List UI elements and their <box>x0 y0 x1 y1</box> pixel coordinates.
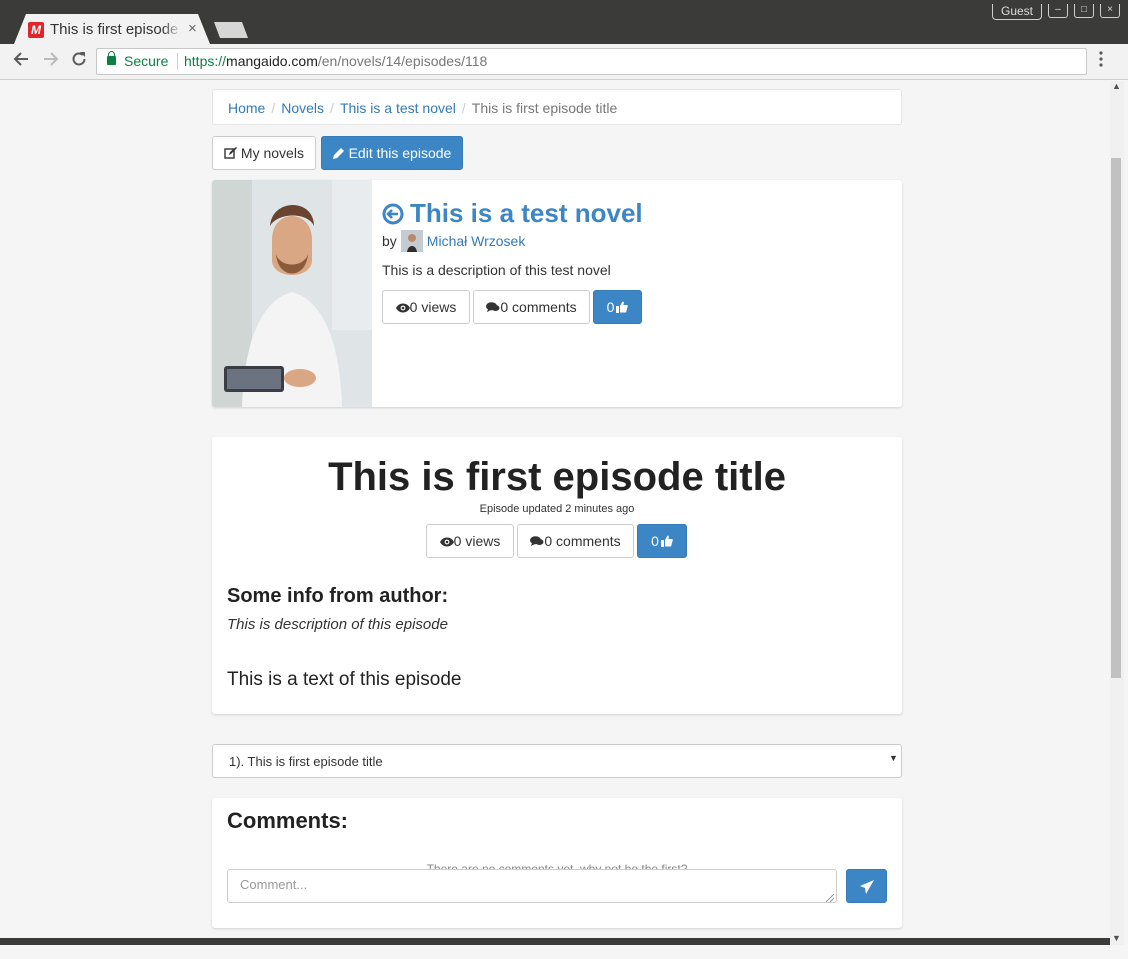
url-path: /en/novels/14/episodes/118 <box>317 53 488 69</box>
window-bottom-band <box>0 938 1110 945</box>
page-scrollbar[interactable]: ▲ ▼ <box>1110 81 1124 945</box>
back-arrow-icon[interactable] <box>10 50 32 72</box>
comments-card: Comments: There are no comments yet, why… <box>212 798 902 928</box>
page-viewport: Home / Novels / This is a test novel / This is… <box>4 81 1110 938</box>
novel-card: This is a test novel by Michał Wrzosek Th… <box>212 180 902 407</box>
episode-select-value: 1). This is first episode title <box>229 754 383 769</box>
omnibox-divider <box>177 53 178 70</box>
breadcrumb: Home / Novels / This is a test novel / This is… <box>212 89 902 125</box>
author-link[interactable]: Michał Wrzosek <box>427 233 526 249</box>
lock-icon <box>107 51 116 65</box>
episode-description: This is description of this episode <box>227 616 448 633</box>
edit-square-icon <box>224 147 238 159</box>
author-info-heading: Some info from author: <box>227 585 449 607</box>
profile-button[interactable]: Guest <box>992 4 1042 20</box>
edit-episode-label: Edit this episode <box>348 145 452 161</box>
send-comment-button[interactable] <box>846 869 887 903</box>
browser-tabstrip: M This is first episode title × Guest – … <box>0 0 1128 44</box>
comment-input[interactable] <box>227 869 837 903</box>
circle-arrow-left-icon <box>382 203 404 225</box>
new-tab-button[interactable] <box>214 22 248 38</box>
novel-cover-image[interactable] <box>212 180 372 407</box>
comments-icon <box>530 536 544 546</box>
episode-select[interactable]: 1). This is first episode title ▼ <box>212 744 902 778</box>
novel-views-label: 0 views <box>409 299 457 315</box>
breadcrumb-separator: / <box>271 100 276 116</box>
scrollbar-thumb[interactable] <box>1111 158 1121 678</box>
novel-like-button[interactable]: 0 <box>593 290 642 324</box>
my-novels-button[interactable]: My novels <box>212 136 316 170</box>
tab-close-icon[interactable]: × <box>188 20 197 37</box>
episode-title: This is first episode title <box>328 455 786 499</box>
window-close-button[interactable]: × <box>1100 4 1120 18</box>
eye-icon <box>395 303 410 313</box>
breadcrumb-separator: / <box>330 100 334 116</box>
novel-description: This is a description of this test novel <box>382 262 611 278</box>
breadcrumb-novel-link[interactable]: This is a test novel <box>340 100 456 116</box>
novel-byline: by Michał Wrzosek <box>382 230 525 252</box>
menu-dots-icon[interactable] <box>1098 50 1104 73</box>
maximize-button[interactable]: □ <box>1074 4 1094 18</box>
episode-views-button[interactable]: 0 views <box>426 524 514 558</box>
comments-icon <box>486 302 500 312</box>
author-avatar[interactable] <box>400 230 423 252</box>
url-text: https://mangaido.com/en/novels/14/episod… <box>184 53 487 69</box>
breadcrumb-current: This is first episode title <box>471 100 618 116</box>
episode-like-button[interactable]: 0 <box>637 524 687 558</box>
episode-views-label: 0 views <box>453 533 501 549</box>
byline-by: by <box>382 233 397 249</box>
thumbs-up-icon <box>660 535 673 547</box>
url-scheme: https:// <box>184 53 227 69</box>
episode-text: This is a text of this episode <box>227 669 462 690</box>
browser-tab[interactable]: M This is first episode title × <box>14 14 210 44</box>
episode-card: This is first episode title Episode upda… <box>212 437 902 714</box>
breadcrumb-home-link[interactable]: Home <box>228 100 265 116</box>
eye-icon <box>439 537 454 547</box>
episode-comments-button[interactable]: 0 comments <box>517 524 634 558</box>
breadcrumb-separator: / <box>461 100 466 116</box>
edit-episode-button[interactable]: Edit this episode <box>321 136 463 170</box>
pencil-icon <box>332 148 344 159</box>
secure-label: Secure <box>124 53 169 69</box>
scroll-up-arrow-icon[interactable]: ▲ <box>1112 81 1121 91</box>
novel-views-button[interactable]: 0 views <box>382 290 470 324</box>
textarea-resize-grip[interactable] <box>826 894 834 902</box>
mangaido-favicon-icon: M <box>28 22 44 38</box>
reload-icon[interactable] <box>68 50 90 72</box>
address-bar[interactable]: Secure https://mangaido.com/en/novels/14… <box>96 48 1087 75</box>
url-host: mangaido.com <box>226 53 318 69</box>
novel-title-text: This is a test novel <box>410 198 643 228</box>
comments-heading: Comments: <box>227 808 349 833</box>
dropdown-caret-icon: ▼ <box>889 753 898 763</box>
breadcrumb-novels-link[interactable]: Novels <box>281 100 324 116</box>
novel-comments-button[interactable]: 0 comments <box>473 290 590 324</box>
my-novels-label: My novels <box>240 145 304 161</box>
tab-title: This is first episode title <box>50 21 182 38</box>
browser-toolbar: Secure https://mangaido.com/en/novels/14… <box>0 44 1128 80</box>
thumbs-up-icon <box>616 301 629 313</box>
novel-comments-label: 0 comments <box>500 299 577 315</box>
window-bottom-frame <box>0 938 1128 959</box>
novel-likes-count: 0 <box>606 299 615 315</box>
novel-title[interactable]: This is a test novel <box>382 198 643 229</box>
forward-arrow-icon[interactable] <box>40 50 62 72</box>
episode-comments-label: 0 comments <box>544 533 621 549</box>
episode-updated: Episode updated 2 minutes ago <box>479 503 635 515</box>
minimize-button[interactable]: – <box>1048 4 1068 18</box>
episode-likes-count: 0 <box>651 533 659 549</box>
paper-plane-icon <box>860 880 874 894</box>
